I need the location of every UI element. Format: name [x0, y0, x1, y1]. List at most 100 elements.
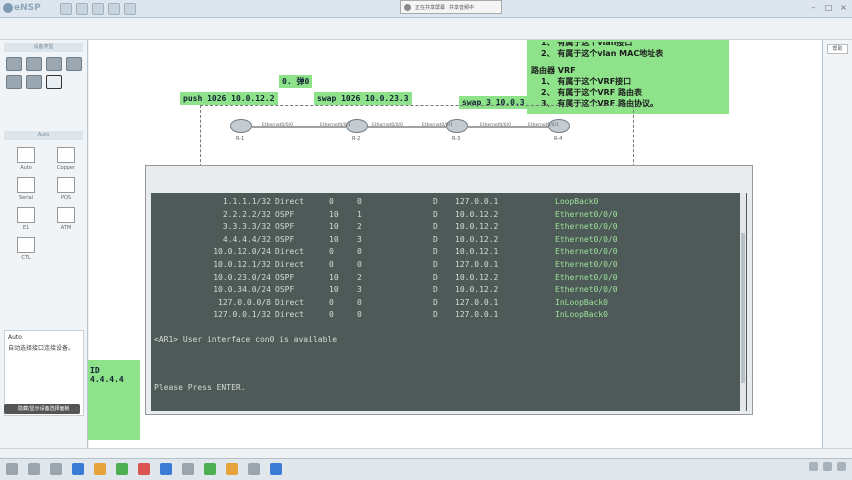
- route-iface: Ethernet0/0/0: [555, 285, 618, 295]
- browser-icon[interactable]: [72, 463, 84, 475]
- task-view-icon[interactable]: [50, 463, 62, 475]
- route-proto: OSPF: [275, 209, 295, 219]
- folder-icon[interactable]: [94, 463, 106, 475]
- route-flags: D: [433, 247, 438, 257]
- route-pre: 10: [329, 234, 339, 244]
- route-cost: 2: [357, 222, 362, 232]
- route-dest: 10.0.34.0/24: [213, 285, 271, 295]
- route-dest: 4.4.4.4/32: [222, 234, 271, 244]
- route-iface: Ethernet0/0/0: [555, 209, 618, 219]
- route-cost: 1: [357, 209, 362, 219]
- route-flags: D: [433, 297, 438, 307]
- route-proto: OSPF: [275, 272, 295, 282]
- route-flags: D: [433, 197, 438, 206]
- taskbar: [0, 458, 852, 480]
- route-cost: 0: [357, 197, 362, 206]
- route-iface: Ethernet0/0/0: [555, 272, 618, 282]
- search-icon[interactable]: [28, 463, 40, 475]
- route-cost: 0: [357, 247, 362, 257]
- system-tray: [809, 462, 846, 471]
- route-flags: D: [433, 209, 438, 219]
- port-label: Ethernet0/0/0: [480, 123, 512, 128]
- scrollbar[interactable]: [740, 193, 746, 411]
- route-nexthop: 10.0.12.2: [455, 234, 499, 244]
- route-flags: D: [433, 310, 438, 320]
- volume-icon[interactable]: [823, 462, 832, 471]
- app-icon[interactable]: [226, 463, 238, 475]
- route-proto: Direct: [275, 247, 304, 257]
- route-iface: InLoopBack0: [555, 310, 608, 320]
- port-label: Ethernet0/0/1: [320, 123, 352, 128]
- route-nexthop: 10.0.12.2: [455, 222, 499, 232]
- route-dest: 10.0.23.0/24: [213, 272, 271, 282]
- route-dest: 10.0.12.0/24: [213, 247, 271, 257]
- route-cost: 0: [357, 297, 362, 307]
- route-proto: Direct: [275, 197, 304, 206]
- route-nexthop: 127.0.0.1: [455, 197, 499, 206]
- route-iface: Ethernet0/0/0: [555, 247, 618, 257]
- port-label: Ethernet0/0/1: [422, 123, 454, 128]
- route-dest: 127.0.0.1/32: [213, 310, 271, 320]
- input-method-icon[interactable]: [837, 462, 846, 471]
- route-iface: LoopBack0: [555, 197, 599, 206]
- app-icon[interactable]: [160, 463, 172, 475]
- route-nexthop: 127.0.0.1: [455, 297, 499, 307]
- route-pre: 10: [329, 222, 339, 232]
- status-bar: [0, 448, 852, 458]
- route-proto: Direct: [275, 310, 304, 320]
- route-cost: 0: [357, 260, 362, 269]
- route-pre: 10: [329, 272, 339, 282]
- console-window[interactable]: 1.1.1.1/32 Direct 0 0 D 127.0.0.1 LoopBack0 2.2…: [145, 165, 753, 415]
- app-icon[interactable]: [138, 463, 150, 475]
- chat-icon[interactable]: [116, 463, 128, 475]
- console-title-bar: [146, 166, 752, 186]
- route-cost: 2: [357, 272, 362, 282]
- route-nexthop: 10.0.12.2: [455, 272, 499, 282]
- route-nexthop: 10.0.12.2: [455, 209, 499, 219]
- network-icon[interactable]: [809, 462, 818, 471]
- app-icon[interactable]: [204, 463, 216, 475]
- route-iface: Ethernet0/0/0: [555, 222, 618, 232]
- route-pre: 0: [329, 197, 334, 206]
- route-proto: Direct: [275, 260, 304, 269]
- taskbar-apps: [6, 463, 282, 475]
- route-pre: 0: [329, 260, 334, 269]
- app-icon[interactable]: [248, 463, 260, 475]
- route-iface: InLoopBack0: [555, 297, 608, 307]
- route-nexthop: 10.0.12.1: [455, 247, 499, 257]
- app-icon[interactable]: [182, 463, 194, 475]
- route-pre: 10: [329, 209, 339, 219]
- router-name: R-2: [352, 136, 361, 142]
- route-dest: 3.3.3.3/32: [222, 222, 271, 232]
- route-flags: D: [433, 285, 438, 295]
- route-cost: 3: [357, 234, 362, 244]
- ensp-icon[interactable]: [270, 463, 282, 475]
- route-nexthop: 127.0.0.1: [455, 260, 499, 269]
- router-icon[interactable]: [230, 119, 252, 133]
- route-proto: OSPF: [275, 285, 295, 295]
- route-proto: OSPF: [275, 222, 295, 232]
- route-flags: D: [433, 222, 438, 232]
- route-pre: 0: [329, 247, 334, 257]
- route-nexthop: 10.0.12.2: [455, 285, 499, 295]
- terminal[interactable]: 1.1.1.1/32 Direct 0 0 D 127.0.0.1 LoopBack0 2.2…: [151, 193, 747, 411]
- route-iface: Ethernet0/0/0: [555, 234, 618, 244]
- route-iface: Ethernet0/0/0: [555, 260, 618, 269]
- route-flags: D: [433, 234, 438, 244]
- route-dest: 2.2.2.2/32: [222, 209, 271, 219]
- port-label: Ethernet0/0/0: [372, 123, 404, 128]
- route-pre: 0: [329, 310, 334, 320]
- route-proto: Direct: [275, 297, 304, 307]
- route-proto: OSPF: [275, 234, 295, 244]
- router-name: R-1: [236, 136, 245, 142]
- route-cost: 0: [357, 310, 362, 320]
- scrollbar-thumb[interactable]: [741, 233, 745, 383]
- route-flags: D: [433, 260, 438, 269]
- route-dest: 1.1.1.1/32: [222, 197, 271, 206]
- start-icon[interactable]: [6, 463, 18, 475]
- port-label: Ethernet0/0/0: [262, 123, 294, 128]
- port-label: Ethernet0/0/1: [528, 123, 560, 128]
- router-name: R-4: [554, 136, 563, 142]
- terminal-prompt: Please Press ENTER.: [154, 383, 246, 392]
- terminal-message: <AR1> User interface con0 is available: [154, 335, 338, 344]
